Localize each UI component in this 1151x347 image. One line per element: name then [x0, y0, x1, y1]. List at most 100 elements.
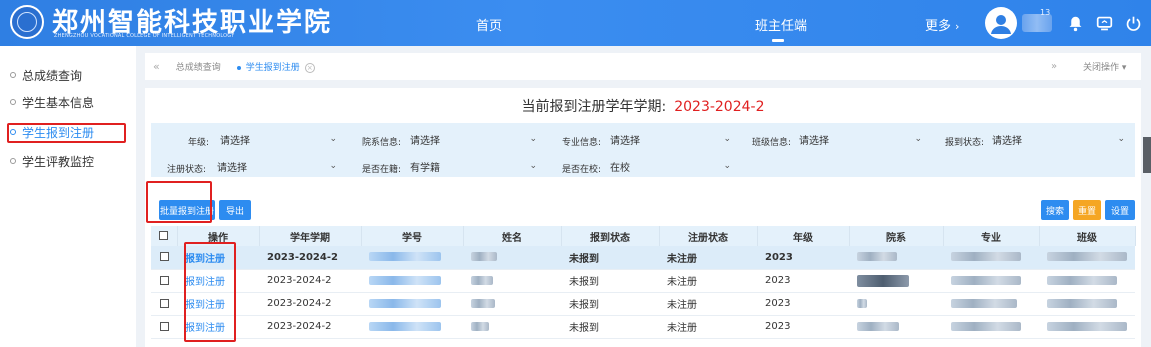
grade-label: 年级: [188, 138, 210, 148]
grade-cell: 2023 [757, 315, 849, 339]
enrolled-label: 是否在籍: [362, 165, 402, 175]
report-status-cell: 未报到 [561, 292, 659, 316]
major-select[interactable]: 请选择 ⌄ [607, 130, 735, 148]
class-cell [1039, 315, 1135, 339]
row-checkbox-cell [151, 246, 177, 270]
chevron-right-icon: › [955, 20, 960, 33]
student-id-cell [361, 315, 463, 339]
register-status-label: 注册状态: [167, 165, 207, 175]
column-header: 操作 [177, 226, 260, 246]
school-logo-icon [10, 5, 44, 39]
on-campus-select[interactable]: 在校 ⌄ [607, 157, 735, 175]
register-status-select[interactable]: 请选择 ⌄ [214, 157, 341, 175]
batch-register-button[interactable]: 批量报到注册 [159, 200, 215, 220]
close-operations-menu[interactable]: 关闭操作 ▾ [1083, 60, 1126, 73]
user-avatar[interactable] [985, 7, 1017, 39]
settings-button[interactable]: 设置 [1105, 200, 1135, 220]
sidebar-item-student-info[interactable]: 学生基本信息 [10, 91, 94, 113]
nav-more[interactable]: 更多 › [925, 15, 959, 34]
report-status-value: 请选择 [992, 135, 1022, 147]
redacted-class [1047, 321, 1127, 331]
class-select-value: 请选择 [799, 135, 829, 147]
class-cell [1039, 269, 1135, 293]
dept-select[interactable]: 请选择 ⌄ [407, 130, 541, 148]
grade-cell: 2023 [757, 292, 849, 316]
close-icon[interactable]: × [304, 62, 315, 73]
report-status-cell: 未报到 [561, 269, 659, 293]
grade-select[interactable]: 请选择 ⌄ [217, 130, 341, 148]
grade-cell: 2023 [757, 246, 849, 270]
current-term: 2023-2024-2 [674, 99, 765, 115]
row-checkbox[interactable] [159, 252, 169, 262]
row-checkbox[interactable] [159, 321, 169, 331]
on-campus-label: 是否在校: [562, 165, 602, 175]
register-link[interactable]: 报到注册 [185, 323, 225, 334]
redacted-student-id [369, 298, 441, 308]
row-checkbox[interactable] [159, 298, 169, 308]
export-button[interactable]: 导出 [219, 200, 251, 220]
table-header-row: 操作 学年学期 学号 姓名 报到状态 注册状态 年级 院系 专业 班级 [151, 226, 1136, 246]
redacted-student-id [369, 321, 441, 331]
register-link-cell: 报到注册 [177, 246, 259, 270]
column-header: 专业 [943, 226, 1040, 246]
redacted-class [1047, 252, 1127, 262]
tab-scroll-left-icon[interactable]: « [153, 60, 160, 73]
column-header: 院系 [849, 226, 944, 246]
redacted-dept [857, 298, 867, 308]
term-cell: 2023-2024-2 [259, 269, 361, 293]
term-cell: 2023-2024-2 [259, 246, 361, 270]
sidebar-item-label: 总成绩查询 [22, 68, 83, 83]
sidebar-item-total-scores[interactable]: 总成绩查询 [10, 64, 82, 86]
table-row[interactable]: 报到注册 2023-2024-2 未报到 未注册 2023 [151, 246, 1135, 270]
redacted-name [471, 275, 493, 285]
dept-select-value: 请选择 [410, 135, 440, 147]
close-ops-label: 关闭操作 [1083, 63, 1120, 73]
nav-home[interactable]: 首页 [476, 15, 502, 34]
tab-bar: « 总成绩查询 学生报到注册 × » 关闭操作 ▾ [145, 53, 1141, 80]
tab-total-scores[interactable]: 总成绩查询 [176, 60, 221, 73]
report-status-cell: 未报到 [561, 246, 659, 270]
column-header: 注册状态 [659, 226, 758, 246]
dept-cell [849, 315, 943, 339]
tab-scroll-right-icon[interactable]: » [1051, 61, 1057, 72]
chevron-down-icon: ⌄ [529, 134, 537, 144]
class-select[interactable]: 请选择 ⌄ [796, 130, 926, 148]
redacted-student-id [369, 275, 441, 285]
student-id-cell [361, 269, 463, 293]
register-status-cell: 未注册 [659, 246, 757, 270]
table-row[interactable]: 报到注册 2023-2024-2 未报到 未注册 2023 [151, 269, 1135, 293]
register-link[interactable]: 报到注册 [185, 277, 225, 288]
tab-label: 学生报到注册 [245, 63, 300, 73]
table-row[interactable]: 报到注册 2023-2024-2 未报到 未注册 2023 [151, 292, 1135, 316]
chevron-down-icon: ⌄ [723, 161, 731, 171]
sidebar-item-student-registration[interactable]: 学生报到注册 [10, 121, 94, 143]
tab-student-registration[interactable]: 学生报到注册 × [236, 60, 315, 73]
power-icon[interactable] [1123, 13, 1143, 33]
enrolled-select[interactable]: 有学籍 ⌄ [407, 157, 541, 175]
nav-class-teacher[interactable]: 班主任端 [755, 15, 807, 34]
user-name-suffix: 13 [1040, 8, 1051, 17]
major-cell [943, 269, 1039, 293]
sidebar-item-label: 学生基本信息 [22, 95, 95, 110]
sidebar-item-evaluation-monitor[interactable]: 学生评教监控 [10, 150, 94, 172]
name-cell [463, 269, 561, 293]
table-row[interactable]: 报到注册 2023-2024-2 未报到 未注册 2023 [151, 315, 1135, 339]
register-link-cell: 报到注册 [177, 269, 259, 293]
name-cell [463, 315, 561, 339]
scrollbar[interactable] [1143, 137, 1151, 173]
bullet-icon [10, 129, 16, 135]
bullet-icon [10, 158, 16, 164]
bell-icon[interactable] [1065, 13, 1085, 33]
report-status-select[interactable]: 请选择 ⌄ [989, 130, 1129, 148]
screen-icon[interactable] [1094, 13, 1114, 33]
redacted-major [951, 252, 1021, 262]
register-link[interactable]: 报到注册 [185, 300, 225, 311]
reset-button[interactable]: 重置 [1073, 200, 1101, 220]
row-checkbox[interactable] [159, 275, 169, 285]
enrolled-value: 有学籍 [410, 162, 440, 174]
select-all-checkbox[interactable] [159, 231, 169, 240]
name-cell [463, 246, 561, 270]
search-button[interactable]: 搜索 [1041, 200, 1069, 220]
register-link[interactable]: 报到注册 [185, 254, 225, 265]
redacted-dept [857, 274, 909, 287]
